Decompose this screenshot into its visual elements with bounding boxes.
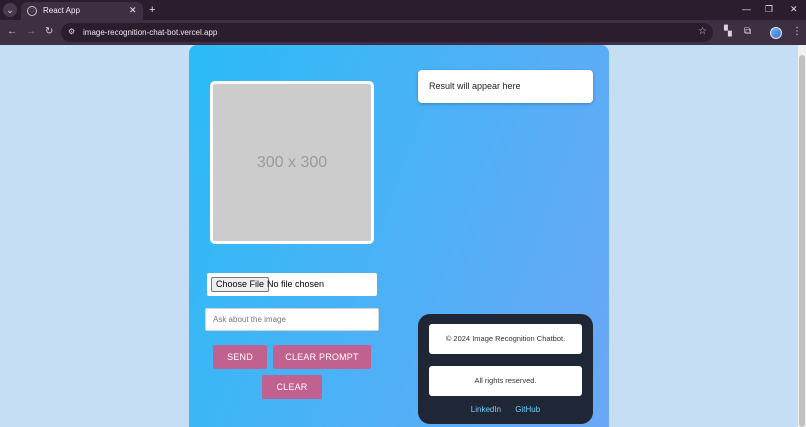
address-bar[interactable]: ⚙ image-recognition-chat-bot.vercel.app … (61, 23, 713, 42)
github-link[interactable]: GitHub (515, 405, 540, 414)
app-container: 300 x 300 Choose File No file chosen Ask… (189, 45, 609, 427)
url-text[interactable]: image-recognition-chat-bot.vercel.app (83, 28, 217, 37)
browser-tab[interactable]: ◌ React App ✕ (21, 2, 143, 20)
profile-icon[interactable] (770, 27, 782, 39)
browser-toolbar: ← → ↻ ⚙ image-recognition-chat-bot.verce… (0, 20, 806, 45)
reload-icon[interactable]: ↻ (45, 26, 53, 37)
minimize-icon[interactable]: — (742, 4, 751, 14)
result-box: Result will appear here (418, 70, 593, 103)
choose-file-button[interactable]: Choose File (211, 277, 270, 292)
back-icon[interactable]: ← (7, 26, 17, 37)
clear-prompt-button[interactable]: CLEAR PROMPT (273, 345, 371, 369)
file-input[interactable]: Choose File No file chosen (207, 273, 377, 296)
footer-links: LinkedIn GitHub (418, 405, 593, 414)
tab-bar: ⌄ ◌ React App ✕ + — ❐ ✕ (0, 0, 806, 20)
restore-icon[interactable]: ❐ (765, 4, 773, 15)
copyright-text: © 2024 Image Recognition Chatbot. (429, 324, 582, 354)
new-tab-icon[interactable]: + (149, 3, 155, 17)
clear-button[interactable]: CLEAR (262, 375, 322, 399)
window-close-icon[interactable]: ✕ (790, 4, 798, 15)
rights-text: All rights reserved. (429, 366, 582, 396)
image-preview: 300 x 300 (210, 81, 374, 244)
tab-title: React App (43, 6, 80, 15)
extensions-icon[interactable]: ⧉ (744, 26, 751, 37)
site-info-icon[interactable]: ⚙ (68, 27, 75, 36)
star-icon[interactable]: ☆ (698, 26, 707, 37)
tab-search-icon[interactable]: ⌄ (3, 3, 17, 17)
send-button[interactable]: SEND (213, 345, 267, 369)
prompt-input[interactable]: Ask about the image (205, 308, 379, 331)
forward-icon[interactable]: → (26, 26, 36, 37)
footer: © 2024 Image Recognition Chatbot. All ri… (418, 314, 593, 424)
linkedin-link[interactable]: LinkedIn (471, 405, 501, 414)
file-status: No file chosen (267, 279, 325, 289)
tab-close-icon[interactable]: ✕ (129, 5, 137, 16)
scrollbar[interactable] (798, 45, 806, 427)
reading-list-icon[interactable]: ▚ (724, 26, 732, 37)
menu-icon[interactable]: ⋮ (792, 26, 802, 37)
favicon-icon: ◌ (27, 6, 37, 16)
scrollbar-thumb[interactable] (799, 55, 805, 427)
